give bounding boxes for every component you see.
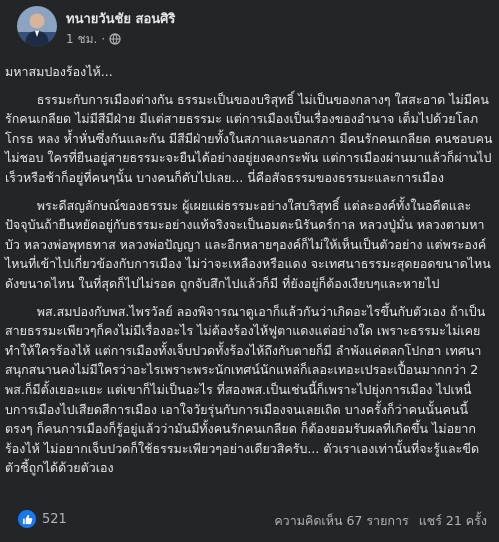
reactions-summary[interactable]: 521 [18,510,67,528]
post-paragraph: พส.สมปองกับพส.ไพรวัลย์ ลองพิจารณาดูเอาก็… [5,303,486,476]
post-text: มหาสมปองร้องไห้... ธรรมะกับการเมืองต่างก… [5,62,493,478]
post-paragraph: ธรรมะกับการเมืองต่างกัน ธรรมะเป็นของบริส… [5,91,496,185]
post-header: ทนายวันชัย สอนศิริ 1 ชม. · [0,0,499,58]
post-timestamp[interactable]: 1 ชม. [66,30,97,49]
avatar-image [17,6,57,46]
thumbs-up-icon [18,510,36,528]
post-paragraph: มหาสมปองร้องไห้... [5,64,113,79]
engagement-stats: ความคิดเห็น 67 รายการ แชร์ 21 ครั้ง [274,511,487,531]
shares-count-link[interactable]: แชร์ 21 ครั้ง [419,511,487,531]
facebook-post: ทนายวันชัย สอนศิริ 1 ชม. · มหาสมปองร้องไ… [0,0,499,542]
globe-icon[interactable] [109,33,121,45]
meta-separator: · [101,32,106,46]
post-meta: 1 ชม. · [66,31,121,47]
post-paragraph: พระดีสญลักษณ์ของธรรมะ ผู้เผยแผ่ธรรมะอย่า… [5,197,495,291]
post-footer: 521 ความคิดเห็น 67 รายการ แชร์ 21 ครั้ง [0,500,499,542]
author-name[interactable]: ทนายวันชัย สอนศิริ [66,8,175,29]
comments-count-link[interactable]: ความคิดเห็น 67 รายการ [274,511,408,531]
author-avatar[interactable] [17,6,57,46]
reaction-count: 521 [42,511,67,527]
